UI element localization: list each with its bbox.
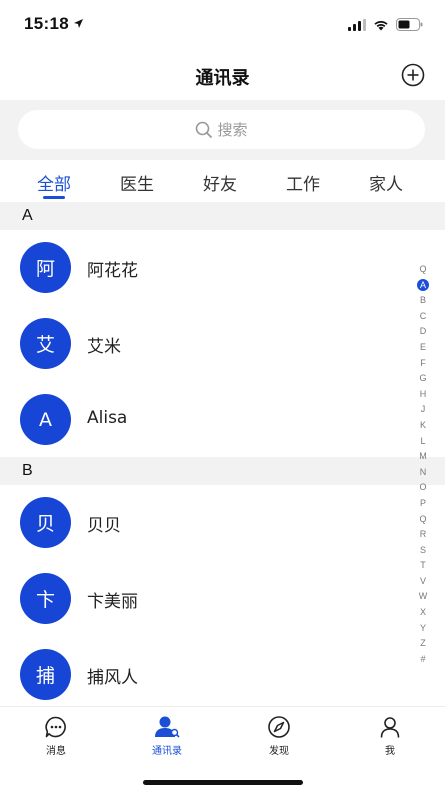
index-letter[interactable]: G bbox=[416, 371, 430, 387]
search-area: 搜索 bbox=[0, 100, 445, 160]
tab-all[interactable]: 全部 bbox=[37, 170, 71, 195]
contact-row[interactable]: 贝 贝贝 bbox=[0, 485, 410, 561]
status-bar: 15:18 bbox=[0, 0, 445, 50]
contact-row[interactable]: 艾 艾米 bbox=[0, 306, 410, 382]
contact-name: Alisa bbox=[87, 408, 128, 428]
contacts-icon bbox=[155, 716, 180, 738]
add-contact-button[interactable] bbox=[401, 63, 425, 87]
index-letter[interactable]: Z bbox=[416, 636, 430, 652]
index-letter[interactable]: R bbox=[416, 527, 430, 543]
header: 通讯录 bbox=[0, 50, 445, 100]
index-letter[interactable]: Q bbox=[416, 262, 430, 278]
chat-bubble-icon bbox=[45, 716, 66, 738]
contact-row[interactable]: 卞 卞美丽 bbox=[0, 561, 410, 637]
contact-name: 捕风人 bbox=[87, 668, 138, 688]
tabbar-label: 消息 bbox=[46, 746, 66, 757]
index-letter[interactable]: F bbox=[416, 356, 430, 372]
contact-row[interactable]: 阿 阿花花 bbox=[0, 230, 410, 306]
avatar: A bbox=[20, 394, 71, 445]
contact-name: 贝贝 bbox=[87, 516, 121, 536]
contact-name: 阿花花 bbox=[87, 261, 138, 281]
tab-friends[interactable]: 好友 bbox=[203, 170, 237, 195]
compass-icon bbox=[268, 716, 290, 738]
index-letter[interactable]: T bbox=[416, 558, 430, 574]
index-letter[interactable]: Y bbox=[416, 621, 430, 637]
page-title: 通讯录 bbox=[195, 68, 250, 89]
search-icon bbox=[196, 121, 213, 138]
index-letter[interactable]: C bbox=[416, 309, 430, 325]
location-arrow-icon bbox=[74, 19, 83, 28]
index-letter[interactable]: P bbox=[416, 496, 430, 512]
contact-name: 卞美丽 bbox=[87, 592, 138, 612]
index-letter[interactable]: D bbox=[416, 324, 430, 340]
avatar: 卞 bbox=[20, 573, 71, 624]
index-letter[interactable]: O bbox=[416, 480, 430, 496]
tabbar-contacts[interactable]: 通讯录 bbox=[137, 715, 197, 757]
contact-row[interactable]: 捕 捕风人 bbox=[0, 637, 410, 713]
status-time: 15:18 bbox=[24, 14, 69, 33]
avatar: 艾 bbox=[20, 318, 71, 369]
tab-doctor[interactable]: 医生 bbox=[120, 170, 154, 195]
active-tab-indicator bbox=[43, 196, 65, 199]
index-letter[interactable]: B bbox=[416, 293, 430, 309]
tabbar-label: 通讯录 bbox=[152, 746, 182, 757]
wifi-icon bbox=[374, 20, 388, 30]
index-letter[interactable]: J bbox=[416, 402, 430, 418]
index-letter[interactable]: M bbox=[416, 449, 430, 465]
alphabet-index[interactable]: Q A B C D E F G H J K L M N O P Q R S T V W X Y Z # bbox=[416, 262, 430, 667]
avatar: 捕 bbox=[20, 649, 71, 700]
index-letter[interactable]: K bbox=[416, 418, 430, 434]
index-letter[interactable]: X bbox=[416, 605, 430, 621]
person-icon bbox=[380, 717, 400, 738]
section-header-a: A bbox=[0, 202, 445, 230]
battery-icon bbox=[396, 18, 423, 31]
category-tabs: 全部 医生 好友 工作 家人 bbox=[0, 160, 445, 202]
signal-icon bbox=[348, 18, 366, 31]
tabbar-messages[interactable]: 消息 bbox=[26, 715, 86, 757]
tab-family[interactable]: 家人 bbox=[369, 170, 403, 195]
contact-name: 艾米 bbox=[87, 337, 121, 357]
index-letter[interactable]: H bbox=[416, 387, 430, 403]
avatar: 阿 bbox=[20, 242, 71, 293]
index-letter[interactable]: Q bbox=[416, 512, 430, 528]
index-letter[interactable]: N bbox=[416, 465, 430, 481]
tabbar-me[interactable]: 我 bbox=[360, 715, 420, 757]
index-letter[interactable]: S bbox=[416, 543, 430, 559]
tabbar-discover[interactable]: 发现 bbox=[249, 715, 309, 757]
status-icons bbox=[348, 18, 423, 31]
search-input[interactable]: 搜索 bbox=[18, 110, 425, 149]
index-letter[interactable]: V bbox=[416, 574, 430, 590]
tab-work[interactable]: 工作 bbox=[286, 170, 320, 195]
index-letter[interactable]: W bbox=[416, 589, 430, 605]
tabbar-label: 发现 bbox=[269, 746, 289, 757]
index-letter[interactable]: # bbox=[416, 652, 430, 668]
tabbar-label: 我 bbox=[385, 746, 395, 757]
section-header-b: B bbox=[0, 457, 445, 485]
avatar: 贝 bbox=[20, 497, 71, 548]
contact-row[interactable]: A Alisa bbox=[0, 382, 410, 458]
index-letter[interactable]: E bbox=[416, 340, 430, 356]
home-indicator bbox=[143, 780, 303, 785]
index-letter[interactable]: A bbox=[417, 279, 429, 292]
search-placeholder: 搜索 bbox=[217, 121, 248, 139]
index-letter[interactable]: L bbox=[416, 434, 430, 450]
